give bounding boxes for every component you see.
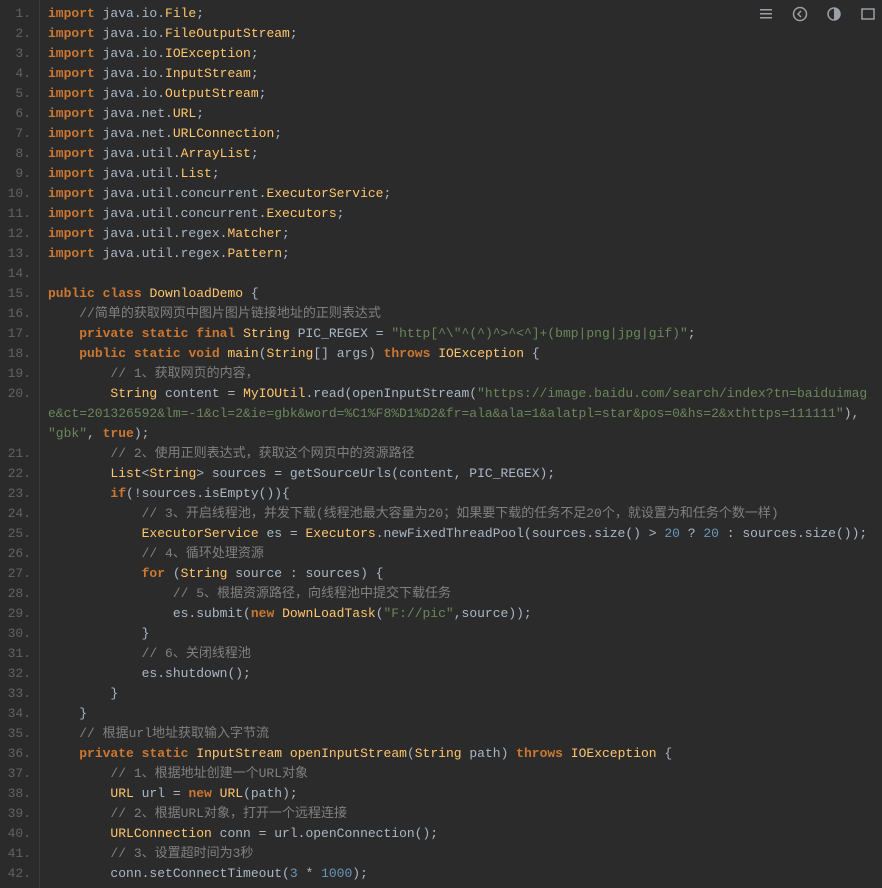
contrast-icon[interactable]	[826, 6, 842, 22]
code-line[interactable]: import java.io.OutputStream;	[48, 84, 874, 104]
code-line[interactable]: import java.io.InputStream;	[48, 64, 874, 84]
code-line[interactable]: URLConnection conn = url.openConnection(…	[48, 824, 874, 844]
code-line[interactable]: // 4、循环处理资源	[48, 544, 874, 564]
code-line[interactable]: for (String source : sources) {	[48, 564, 874, 584]
line-number: 4.	[4, 64, 31, 84]
line-number: 26.	[4, 544, 31, 564]
code-line[interactable]: }	[48, 624, 874, 644]
line-number: 29.	[4, 604, 31, 624]
code-line[interactable]: import java.util.List;	[48, 164, 874, 184]
line-number: 9.	[4, 164, 31, 184]
code-line[interactable]: }	[48, 704, 874, 724]
line-number: 12.	[4, 224, 31, 244]
line-number: 16.	[4, 304, 31, 324]
code-line[interactable]: //简单的获取网页中图片图片链接地址的正则表达式	[48, 304, 874, 324]
code-line[interactable]: String content = MyIOUtil.read(openInput…	[48, 384, 874, 444]
code-line[interactable]: public class DownloadDemo {	[48, 284, 874, 304]
code-line[interactable]: import java.util.regex.Pattern;	[48, 244, 874, 264]
code-line[interactable]: conn.setConnectTimeout(3 * 1000);	[48, 864, 874, 884]
code-line[interactable]: ExecutorService es = Executors.newFixedT…	[48, 524, 874, 544]
line-number: 28.	[4, 584, 31, 604]
line-number: 39.	[4, 804, 31, 824]
code-line[interactable]: private static final String PIC_REGEX = …	[48, 324, 874, 344]
code-line[interactable]: // 3、设置超时间为3秒	[48, 844, 874, 864]
line-number: 25.	[4, 524, 31, 544]
editor-toolbar	[758, 6, 876, 22]
code-content[interactable]: import java.io.File;import java.io.FileO…	[40, 0, 882, 888]
line-number: 22.	[4, 464, 31, 484]
code-line[interactable]: import java.net.URLConnection;	[48, 124, 874, 144]
line-number: 17.	[4, 324, 31, 344]
line-number: 41.	[4, 844, 31, 864]
code-line[interactable]: import java.io.File;	[48, 4, 874, 24]
line-number: 24.	[4, 504, 31, 524]
line-number: 2.	[4, 24, 31, 44]
line-number: 19.	[4, 364, 31, 384]
line-number: 5.	[4, 84, 31, 104]
line-number: 42.	[4, 864, 31, 884]
line-number: 37.	[4, 764, 31, 784]
line-number: 20.	[4, 384, 31, 444]
line-number: 3.	[4, 44, 31, 64]
code-line[interactable]: }	[48, 684, 874, 704]
line-number: 7.	[4, 124, 31, 144]
code-line[interactable]: List<String> sources = getSourceUrls(con…	[48, 464, 874, 484]
line-number: 31.	[4, 644, 31, 664]
code-line[interactable]: // 6、关闭线程池	[48, 644, 874, 664]
line-number: 6.	[4, 104, 31, 124]
code-line[interactable]: // 1、获取网页的内容，	[48, 364, 874, 384]
line-number: 21.	[4, 444, 31, 464]
code-line[interactable]: import java.io.IOException;	[48, 44, 874, 64]
code-line[interactable]: URL url = new URL(path);	[48, 784, 874, 804]
fullscreen-icon[interactable]	[860, 6, 876, 22]
line-number: 10.	[4, 184, 31, 204]
list-icon[interactable]	[758, 6, 774, 22]
arrow-left-icon[interactable]	[792, 6, 808, 22]
code-line[interactable]: // 2、使用正则表达式，获取这个网页中的资源路径	[48, 444, 874, 464]
line-number: 18.	[4, 344, 31, 364]
code-line[interactable]: import java.util.regex.Matcher;	[48, 224, 874, 244]
line-number: 11.	[4, 204, 31, 224]
line-number: 1.	[4, 4, 31, 24]
line-number: 15.	[4, 284, 31, 304]
code-line[interactable]: // 3、开启线程池，并发下载(线程池最大容量为20；如果要下载的任务不足20个…	[48, 504, 874, 524]
code-line[interactable]: private static InputStream openInputStre…	[48, 744, 874, 764]
code-line[interactable]: // 2、根据URL对象，打开一个远程连接	[48, 804, 874, 824]
code-editor[interactable]: 1.2.3.4.5.6.7.8.9.10.11.12.13.14.15.16.1…	[0, 0, 882, 888]
line-number-gutter: 1.2.3.4.5.6.7.8.9.10.11.12.13.14.15.16.1…	[0, 0, 40, 888]
code-line[interactable]: import java.net.URL;	[48, 104, 874, 124]
code-line[interactable]: if(!sources.isEmpty()){	[48, 484, 874, 504]
line-number: 8.	[4, 144, 31, 164]
line-number: 23.	[4, 484, 31, 504]
line-number: 36.	[4, 744, 31, 764]
line-number: 40.	[4, 824, 31, 844]
code-line[interactable]: import java.util.concurrent.Executors;	[48, 204, 874, 224]
line-number: 27.	[4, 564, 31, 584]
line-number: 35.	[4, 724, 31, 744]
line-number: 13.	[4, 244, 31, 264]
line-number: 38.	[4, 784, 31, 804]
code-line[interactable]: // 根据url地址获取输入字节流	[48, 724, 874, 744]
code-line[interactable]: es.submit(new DownLoadTask("F://pic",sou…	[48, 604, 874, 624]
code-line[interactable]: // 5、根据资源路径，向线程池中提交下载任务	[48, 584, 874, 604]
code-line[interactable]: // 1、根据地址创建一个URL对象	[48, 764, 874, 784]
code-line[interactable]: import java.util.concurrent.ExecutorServ…	[48, 184, 874, 204]
code-line[interactable]: import java.util.ArrayList;	[48, 144, 874, 164]
line-number: 32.	[4, 664, 31, 684]
line-number: 33.	[4, 684, 31, 704]
code-line[interactable]: import java.io.FileOutputStream;	[48, 24, 874, 44]
line-number: 34.	[4, 704, 31, 724]
code-line[interactable]	[48, 264, 874, 284]
code-line[interactable]: public static void main(String[] args) t…	[48, 344, 874, 364]
line-number: 14.	[4, 264, 31, 284]
code-line[interactable]: es.shutdown();	[48, 664, 874, 684]
line-number: 30.	[4, 624, 31, 644]
